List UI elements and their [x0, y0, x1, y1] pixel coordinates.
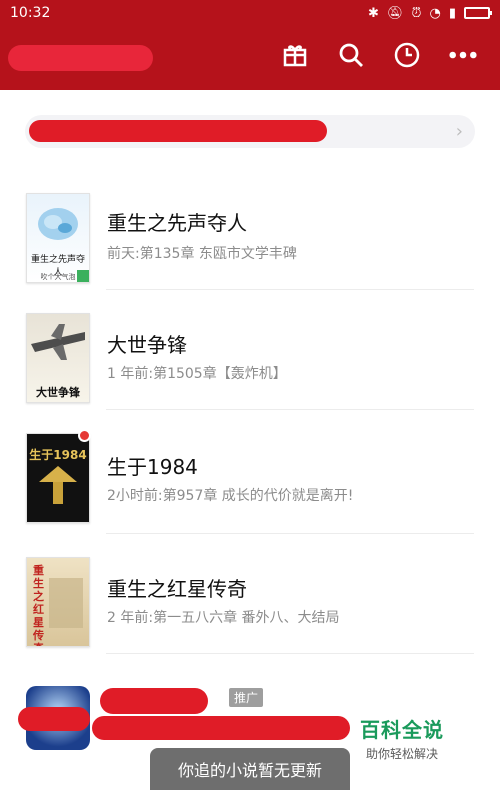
- gift-icon[interactable]: [280, 40, 310, 70]
- book-latest-chapter: 2小时前:第957章 成长的代价就是离开!: [107, 488, 354, 504]
- history-icon[interactable]: [392, 40, 422, 70]
- cover-art-icon: [31, 324, 85, 360]
- ad-desc-redacted: [92, 716, 350, 740]
- book-item[interactable]: 生于1984 生于1984 2小时前:第957章 成长的代价就是离开!: [0, 425, 500, 545]
- wifi-icon: ◔: [429, 5, 441, 21]
- ad-title-redacted: [100, 688, 208, 714]
- alarm-icon: ⏰︎: [411, 5, 422, 21]
- download-icon: [77, 270, 89, 282]
- battery-icon: [464, 7, 492, 19]
- app-bar-actions: [280, 40, 478, 70]
- cover-title: 重生之红星传奇: [33, 564, 44, 646]
- bluetooth-icon: ✱: [367, 5, 379, 21]
- search-bar[interactable]: ›: [25, 115, 475, 148]
- update-badge-icon: [78, 429, 91, 442]
- cover-art-icon: [38, 208, 78, 240]
- divider: [106, 533, 474, 534]
- book-cover: 大世争锋: [26, 313, 90, 403]
- search-icon[interactable]: [336, 40, 366, 70]
- app-title-redacted: [8, 45, 153, 71]
- chevron-right-icon: ›: [455, 121, 463, 142]
- book-cover: 重生之红星传奇: [26, 557, 90, 647]
- divider: [106, 653, 474, 654]
- watermark-title: 百科全说: [360, 718, 444, 742]
- status-time: 10:32: [10, 5, 51, 21]
- book-latest-chapter: 1 年前:第1505章【轰炸机】: [107, 366, 287, 382]
- ad-redacted-left: [18, 707, 90, 731]
- book-latest-chapter: 前天:第135章 东瓯市文学丰碑: [107, 246, 297, 262]
- book-title: 重生之先声夺人: [107, 211, 247, 235]
- book-latest-chapter: 2 年前:第一五八六章 番外八、大结局: [107, 610, 340, 626]
- search-redacted: [29, 120, 327, 142]
- cover-title: 生于1984: [29, 448, 87, 462]
- watermark-subtitle: 助你轻松解决: [365, 747, 438, 761]
- status-icons: ✱ 🔕︎ ⏰︎ ◔ ▮: [367, 5, 492, 21]
- watermark-logo: 百科全说 助你轻松解决: [360, 714, 444, 762]
- book-item[interactable]: 重生之红星传奇 重生之红星传奇 2 年前:第一五八六章 番外八、大结局: [0, 549, 500, 669]
- book-title: 生于1984: [107, 455, 198, 479]
- book-item[interactable]: 大世争锋 大世争锋 1 年前:第1505章【轰炸机】: [0, 305, 500, 425]
- book-cover: 生于1984: [26, 433, 90, 523]
- cover-title: 大世争锋: [36, 386, 80, 399]
- app-bar: [0, 26, 500, 90]
- toast-message: 你追的小说暂无更新: [150, 748, 350, 790]
- more-icon[interactable]: [448, 40, 478, 70]
- book-cover: 重生之先声夺人 吹个大气泡: [26, 193, 90, 283]
- mute-icon: 🔕︎: [386, 5, 404, 21]
- status-bar: 10:32 ✱ 🔕︎ ⏰︎ ◔ ▮: [0, 0, 500, 26]
- book-title: 大世争锋: [107, 333, 187, 357]
- ad-tag: 推广: [229, 688, 264, 707]
- book-item[interactable]: 重生之先声夺人 吹个大气泡 重生之先声夺人 前天:第135章 东瓯市文学丰碑: [0, 185, 500, 305]
- book-title: 重生之红星传奇: [107, 577, 247, 601]
- divider: [106, 289, 474, 290]
- divider: [106, 409, 474, 410]
- signal-icon: ▮: [448, 5, 456, 21]
